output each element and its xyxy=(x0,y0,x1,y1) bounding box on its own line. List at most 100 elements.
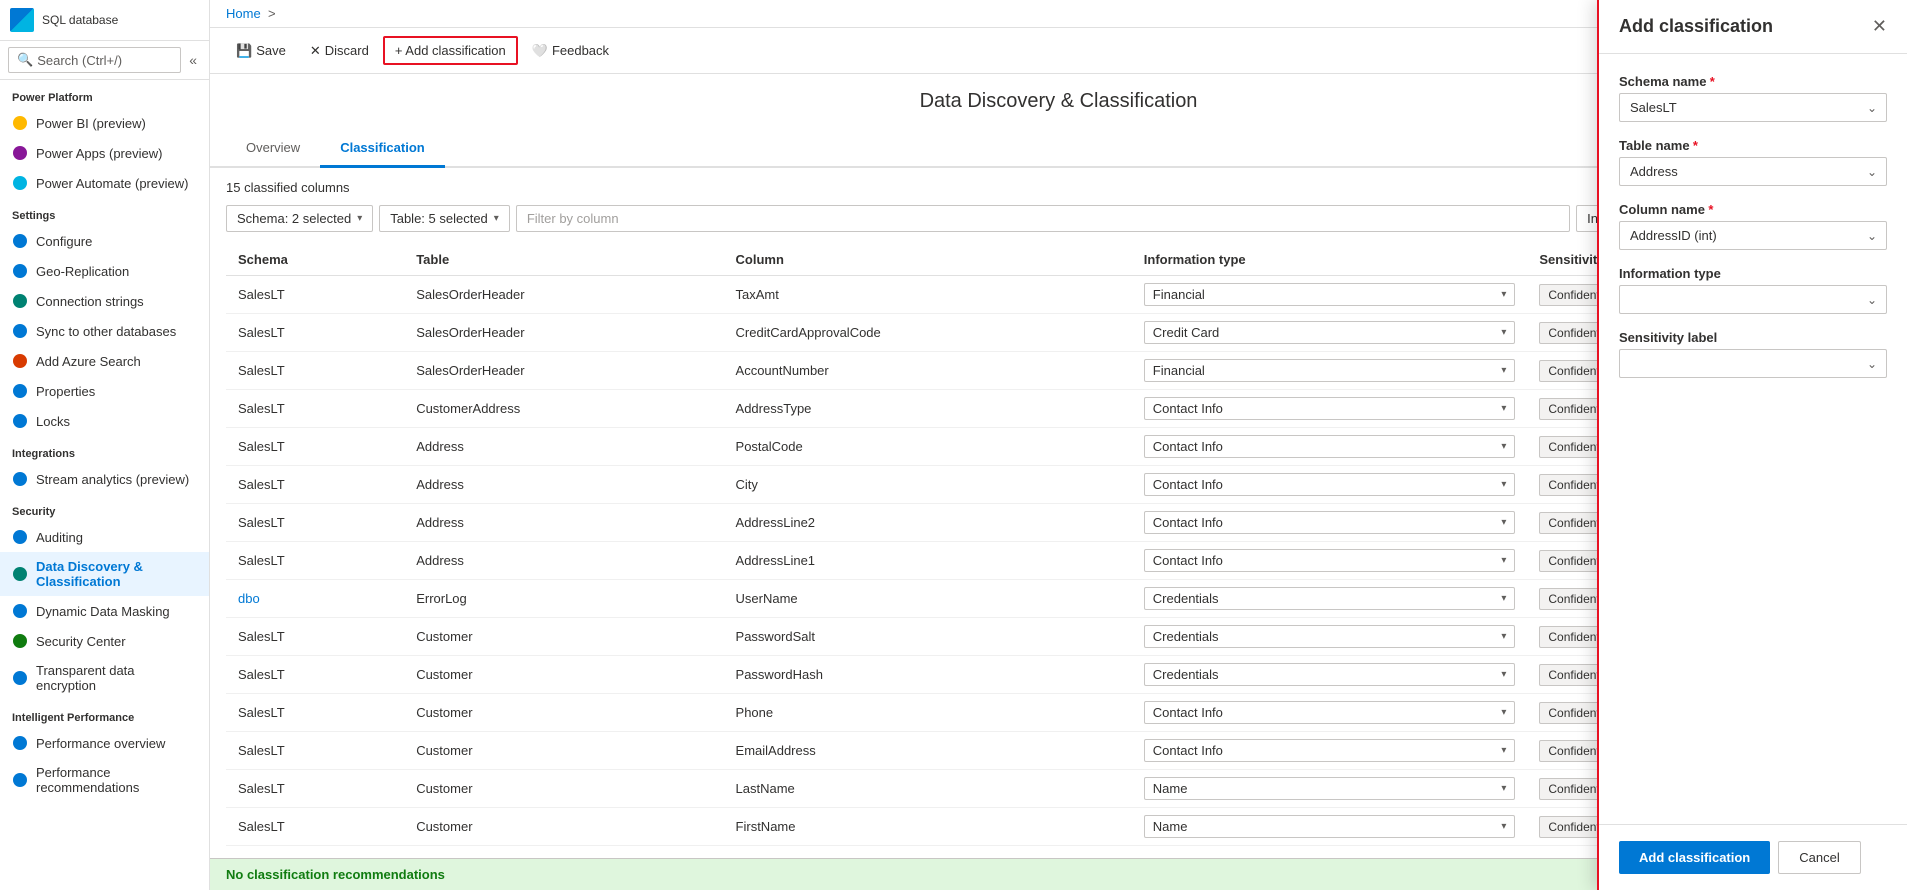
cell-info-type[interactable]: Contact Info ▾ xyxy=(1132,390,1528,428)
cell-column: Phone xyxy=(724,694,1132,732)
cell-info-type[interactable]: Financial ▾ xyxy=(1132,352,1528,390)
sidebar-nav: Power Platform Power BI (preview) Power … xyxy=(0,80,209,890)
cell-table: CustomerAddress xyxy=(404,390,723,428)
sidebar-item-sync-databases[interactable]: Sync to other databases xyxy=(0,316,209,346)
sidebar-item-properties[interactable]: Properties xyxy=(0,376,209,406)
info-type-group: Information type Financial Credit Card C… xyxy=(1619,266,1887,314)
cell-column: PasswordHash xyxy=(724,656,1132,694)
discard-icon: ✕ xyxy=(310,43,321,59)
required-indicator: * xyxy=(1710,74,1715,89)
sidebar-item-geo-replication[interactable]: Geo-Replication xyxy=(0,256,209,286)
security-center-icon xyxy=(12,633,28,649)
column-name-select[interactable]: AddressID (int) City PostalCode AddressL… xyxy=(1619,221,1887,250)
table-filter[interactable]: Table: 5 selected ▾ xyxy=(379,205,510,232)
info-type-select[interactable]: Financial Credit Card Contact Info Crede… xyxy=(1619,285,1887,314)
schema-name-select[interactable]: SalesLT dbo xyxy=(1619,93,1887,122)
save-button[interactable]: 💾 Save xyxy=(226,38,296,64)
locks-icon xyxy=(12,413,28,429)
sidebar-item-label: Power Automate (preview) xyxy=(36,176,188,191)
tab-overview[interactable]: Overview xyxy=(226,129,320,168)
data-discovery-icon xyxy=(12,566,28,582)
discard-button[interactable]: ✕ Discard xyxy=(300,38,379,64)
sidebar-item-connection-strings[interactable]: Connection strings xyxy=(0,286,209,316)
sidebar-item-label: Performance overview xyxy=(36,736,165,751)
sidebar-item-locks[interactable]: Locks xyxy=(0,406,209,436)
sensitivity-label-select[interactable]: Confidential Confidential - GDPR Public … xyxy=(1619,349,1887,378)
cell-info-type[interactable]: Contact Info ▾ xyxy=(1132,466,1528,504)
sidebar-item-power-bi[interactable]: Power BI (preview) xyxy=(0,108,209,138)
section-label-integrations: Integrations xyxy=(0,436,209,464)
sidebar-item-configure[interactable]: Configure xyxy=(0,226,209,256)
search-bar[interactable]: 🔍 Search (Ctrl+/) « xyxy=(0,41,209,80)
cell-column: AccountNumber xyxy=(724,352,1132,390)
feedback-icon: 🤍 xyxy=(532,43,548,59)
cell-info-type[interactable]: Credit Card ▾ xyxy=(1132,314,1528,352)
sidebar-item-label: Power BI (preview) xyxy=(36,116,146,131)
sidebar-item-power-automate[interactable]: Power Automate (preview) xyxy=(0,168,209,198)
panel-title: Add classification xyxy=(1619,16,1773,37)
cell-info-type[interactable]: Contact Info ▾ xyxy=(1132,428,1528,466)
cell-info-type[interactable]: Name ▾ xyxy=(1132,770,1528,808)
masking-icon xyxy=(12,603,28,619)
sidebar-item-stream-analytics[interactable]: Stream analytics (preview) xyxy=(0,464,209,494)
sensitivity-label-select-wrapper: Confidential Confidential - GDPR Public … xyxy=(1619,349,1887,378)
connection-icon xyxy=(12,293,28,309)
sidebar-item-power-apps[interactable]: Power Apps (preview) xyxy=(0,138,209,168)
sidebar-item-performance-overview[interactable]: Performance overview xyxy=(0,728,209,758)
cell-table: Address xyxy=(404,542,723,580)
cell-schema: SalesLT xyxy=(226,808,404,846)
required-indicator: * xyxy=(1708,202,1713,217)
cell-schema: SalesLT xyxy=(226,618,404,656)
sidebar-item-auditing[interactable]: Auditing xyxy=(0,522,209,552)
cell-table: Customer xyxy=(404,656,723,694)
cell-info-type[interactable]: Credentials ▾ xyxy=(1132,656,1528,694)
cell-info-type[interactable]: Name ▾ xyxy=(1132,808,1528,846)
close-button[interactable]: ✕ xyxy=(1872,16,1887,37)
cell-info-type[interactable]: Contact Info ▾ xyxy=(1132,504,1528,542)
sidebar-item-label: Properties xyxy=(36,384,95,399)
cell-table: Address xyxy=(404,428,723,466)
sidebar-item-security-center[interactable]: Security Center xyxy=(0,626,209,656)
add-classification-button[interactable]: + Add classification xyxy=(383,36,518,65)
cell-schema: dbo xyxy=(226,580,404,618)
cell-column: FirstName xyxy=(724,808,1132,846)
search-input[interactable]: 🔍 Search (Ctrl+/) xyxy=(8,47,181,73)
cell-column: City xyxy=(724,466,1132,504)
breadcrumb-home[interactable]: Home xyxy=(226,6,261,21)
cell-table: Customer xyxy=(404,618,723,656)
cell-schema: SalesLT xyxy=(226,314,404,352)
table-name-select[interactable]: Address Customer CustomerAddress SalesOr… xyxy=(1619,157,1887,186)
cell-info-type[interactable]: Contact Info ▾ xyxy=(1132,694,1528,732)
cell-column: UserName xyxy=(724,580,1132,618)
panel-header: Add classification ✕ xyxy=(1599,0,1907,54)
column-filter[interactable]: Filter by column xyxy=(516,205,1570,232)
sidebar-item-label: Connection strings xyxy=(36,294,144,309)
section-label-security: Security xyxy=(0,494,209,522)
cell-table: SalesOrderHeader xyxy=(404,352,723,390)
cell-info-type[interactable]: Financial ▾ xyxy=(1132,276,1528,314)
add-classification-submit-button[interactable]: Add classification xyxy=(1619,841,1770,874)
cancel-button[interactable]: Cancel xyxy=(1778,841,1860,874)
sidebar-item-performance-recommendations[interactable]: Performance recommendations xyxy=(0,758,209,802)
sidebar-item-label: Configure xyxy=(36,234,92,249)
cell-info-type[interactable]: Credentials ▾ xyxy=(1132,580,1528,618)
tab-classification[interactable]: Classification xyxy=(320,129,445,168)
cell-column: PasswordSalt xyxy=(724,618,1132,656)
chevron-down-icon: ▾ xyxy=(494,213,499,224)
sidebar-item-azure-search[interactable]: Add Azure Search xyxy=(0,346,209,376)
sidebar-item-label: Performance recommendations xyxy=(36,765,197,795)
feedback-button[interactable]: 🤍 Feedback xyxy=(522,38,619,64)
cell-info-type[interactable]: Contact Info ▾ xyxy=(1132,732,1528,770)
sidebar-item-transparent-encryption[interactable]: Transparent data encryption xyxy=(0,656,209,700)
cell-schema: SalesLT xyxy=(226,694,404,732)
cell-table: Address xyxy=(404,466,723,504)
schema-name-label: Schema name * xyxy=(1619,74,1887,89)
sidebar-item-dynamic-data-masking[interactable]: Dynamic Data Masking xyxy=(0,596,209,626)
cell-info-type[interactable]: Credentials ▾ xyxy=(1132,618,1528,656)
cell-info-type[interactable]: Contact Info ▾ xyxy=(1132,542,1528,580)
cell-table: Customer xyxy=(404,694,723,732)
sidebar-item-data-discovery[interactable]: Data Discovery & Classification xyxy=(0,552,209,596)
sensitivity-label-group: Sensitivity label Confidential Confident… xyxy=(1619,330,1887,378)
schema-filter[interactable]: Schema: 2 selected ▾ xyxy=(226,205,373,232)
collapse-button[interactable]: « xyxy=(185,50,201,70)
